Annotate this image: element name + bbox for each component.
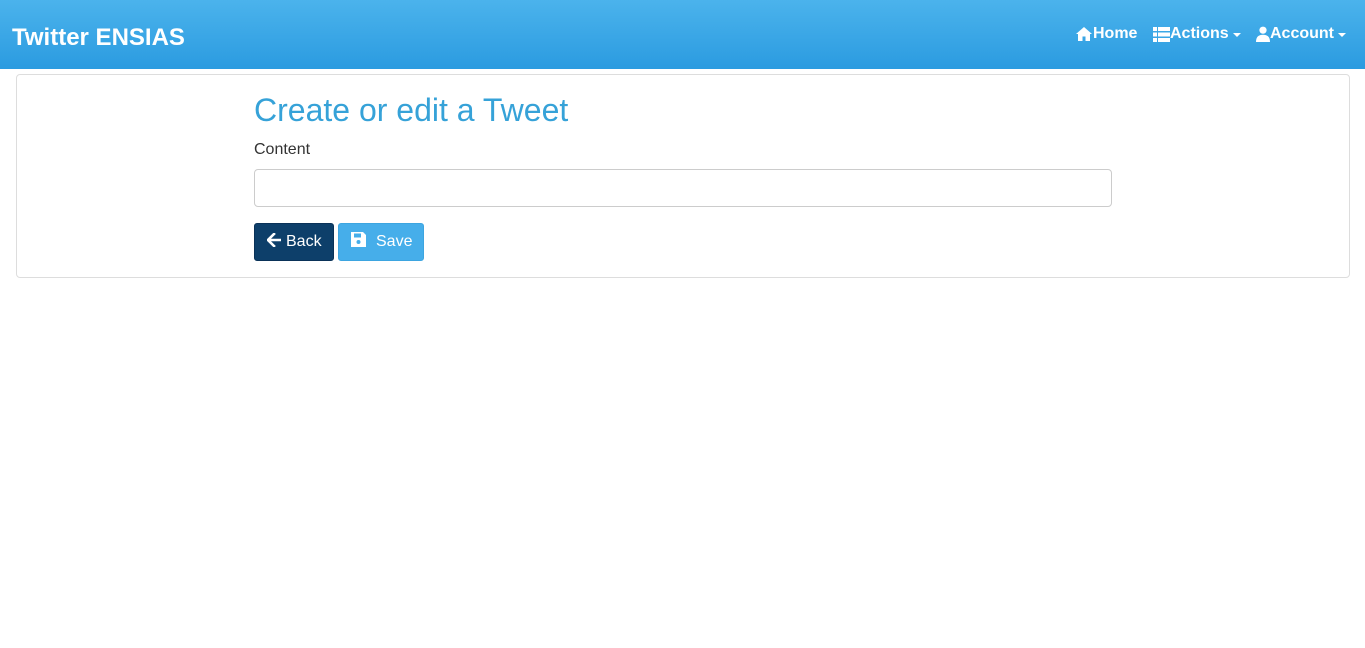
nav-home[interactable]: Home [1075,22,1137,46]
nav-actions-label: Actions [1170,25,1229,42]
save-button-label: Save [376,233,413,250]
navbar: Twitter ENSIAS Home Actions Account [0,0,1365,69]
caret-down-icon [1232,33,1241,37]
caret-down-icon [1338,33,1346,37]
floppy-disk-icon [351,232,366,252]
back-button-label: Back [286,233,322,250]
home-icon [1075,26,1093,42]
save-button[interactable]: Save [338,223,424,261]
arrow-left-icon [266,231,282,252]
content-label: Content [254,141,311,158]
content-input[interactable] [254,169,1112,207]
nav-account-label: Account [1270,25,1334,42]
th-list-icon [1153,26,1170,42]
nav-home-label: Home [1093,25,1138,42]
page-title: Create or edit a Tweet [254,92,569,128]
back-button[interactable]: Back [254,223,334,261]
nav-account-dropdown[interactable]: Account [1256,22,1346,46]
user-icon [1256,26,1270,42]
brand-link[interactable]: Twitter ENSIAS [12,24,185,52]
nav-actions-dropdown[interactable]: Actions [1153,22,1241,46]
